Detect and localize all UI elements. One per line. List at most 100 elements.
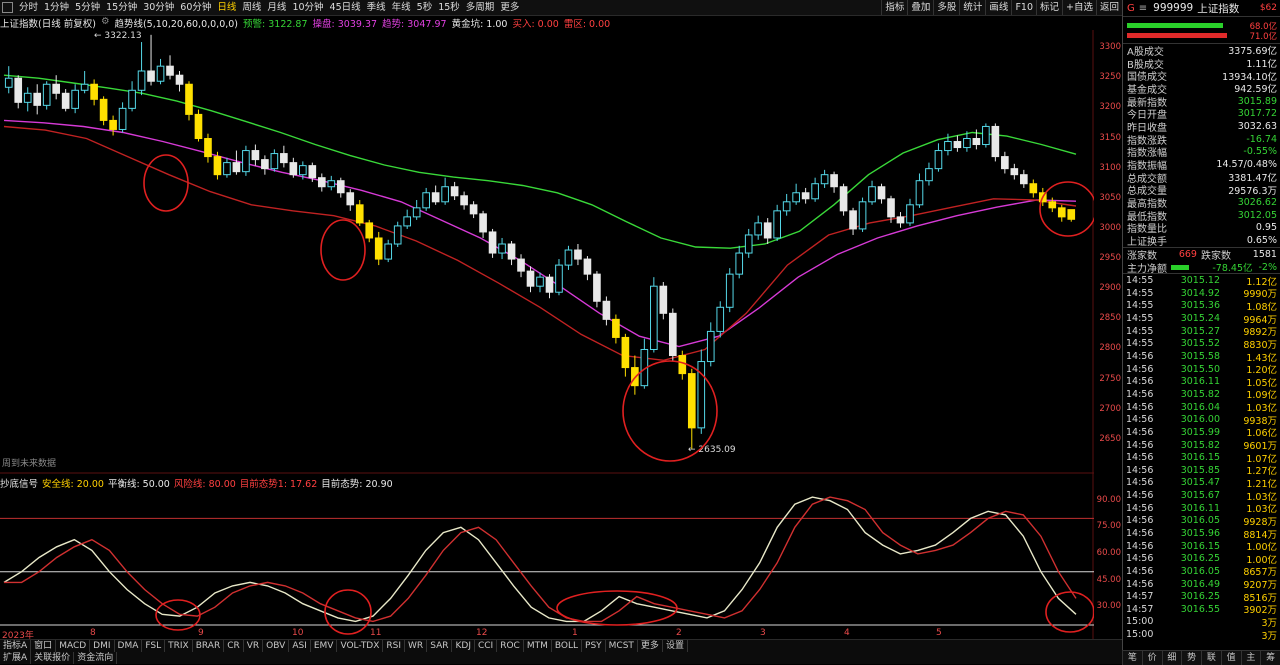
sub-indicator-title[interactable]: 抄底信号 [0,476,38,490]
tick-row[interactable]: 14:56 3015.47 1.21亿 [1123,477,1280,490]
toolbar-checkbox[interactable] [2,2,13,13]
indicator-tab-17[interactable]: KDJ [452,640,475,652]
tick-row[interactable]: 15:00 3万 [1123,628,1280,642]
tick-row[interactable]: 14:55 3014.92 9990万 [1123,287,1280,301]
menu-icon[interactable]: ≡ [1139,3,1147,14]
tick-row[interactable]: 14:56 3015.99 1.06亿 [1123,426,1280,440]
indicator-tab-0[interactable]: 指标A [0,640,32,652]
main-indicator-formula[interactable]: 趋势线(5,10,20,60,0,0,0,0) [114,16,238,30]
indicator-tab-15[interactable]: WR [405,640,428,652]
indicator-tab-3[interactable]: DMI [90,640,115,652]
tick-row[interactable]: 14:55 3015.52 8830万 [1123,338,1280,351]
tab-period-3[interactable]: 15分钟 [103,0,140,15]
quote-tab-2[interactable]: 细 [1161,651,1182,665]
toolbar-button-0[interactable]: 指标 [881,0,907,15]
indicator-tab-8[interactable]: CR [224,640,244,652]
tab-period-11[interactable]: 季线 [364,0,389,15]
tick-row[interactable]: 14:55 3015.27 9892万 [1123,325,1280,339]
indicator-tab-9[interactable]: VR [244,640,264,652]
indicator-tab-12[interactable]: EMV [311,640,338,652]
tick-row[interactable]: 14:56 3016.15 1.07亿 [1123,451,1280,465]
quote-tab-4[interactable]: 联 [1201,651,1221,665]
indicator-tab-24[interactable]: 更多 [638,640,663,652]
tab-period-16[interactable]: 更多 [497,0,522,15]
indicator-tab-10[interactable]: OBV [263,640,290,652]
indicator-tab-6[interactable]: TRIX [165,640,193,652]
tab-period-13[interactable]: 5秒 [414,0,436,15]
tab-period-12[interactable]: 年线 [389,0,414,15]
indicator-tab-5[interactable]: FSL [142,640,166,652]
tab-period-10[interactable]: 45日线 [327,0,364,15]
tab-period-5[interactable]: 60分钟 [177,0,214,15]
tab-period-8[interactable]: 月线 [264,0,289,15]
indicator-tab-20[interactable]: MTM [524,640,552,652]
indicator-tab-14[interactable]: RSI [383,640,406,652]
tick-row[interactable]: 14:55 3015.36 1.08亿 [1123,300,1280,313]
indicator-tab-13[interactable]: VOL-TDX [337,640,384,652]
tick-row[interactable]: 14:56 3016.05 8657万 [1123,565,1280,579]
tick-row[interactable]: 14:56 3015.85 1.27亿 [1123,464,1280,478]
extension-tab-1[interactable]: 关联报价 [31,652,75,664]
kline-chart[interactable]: ← 3322.13← 2635.09 [0,30,1094,640]
toolbar-button-1[interactable]: 叠加 [907,0,933,15]
tick-row[interactable]: 14:57 3016.25 8516万 [1123,590,1280,604]
high-label: ← 3322.13 [94,31,142,41]
indicator-tab-21[interactable]: BOLL [552,640,583,652]
indicator-tab-11[interactable]: ASI [289,640,311,652]
toolbar-button-4[interactable]: 画线 [985,0,1011,15]
quote-tab-5[interactable]: 值 [1220,651,1241,665]
tab-period-1[interactable]: 1分钟 [41,0,72,15]
tick-row[interactable]: 14:56 3016.04 1.03亿 [1123,401,1280,415]
indicator-tab-18[interactable]: CCI [475,640,498,652]
tick-list[interactable]: 14:55 3015.12 1.12亿 14:55 3014.92 9990万 14:55 3… [1123,274,1280,641]
toolbar-button-7[interactable]: +自选 [1062,0,1096,15]
tick-row[interactable]: 14:56 3016.49 9207万 [1123,578,1280,592]
tick-row[interactable]: 14:56 3015.67 1.03亿 [1123,489,1280,503]
tick-row[interactable]: 14:55 3015.12 1.12亿 [1123,274,1280,288]
tick-row[interactable]: 14:56 3015.96 8814万 [1123,527,1280,541]
extension-tab-0[interactable]: 扩展A [0,652,32,664]
extension-tab-2[interactable]: 资金流向 [74,652,118,664]
tick-row[interactable]: 14:56 3015.50 1.20亿 [1123,363,1280,377]
tab-period-14[interactable]: 15秒 [435,0,463,15]
tick-row[interactable]: 14:56 3016.00 9938万 [1123,413,1280,427]
tick-row[interactable]: 14:55 3015.24 9964万 [1123,312,1280,326]
quote-tab-6[interactable]: 主 [1240,651,1261,665]
tab-period-9[interactable]: 10分钟 [289,0,326,15]
toolbar-button-6[interactable]: 标记 [1036,0,1062,15]
toolbar-button-5[interactable]: F10 [1011,0,1036,15]
tab-period-15[interactable]: 多周期 [463,0,498,15]
tick-row[interactable]: 14:56 3016.25 1.00亿 [1123,552,1280,566]
indicator-tab-19[interactable]: ROC [497,640,524,652]
tick-row[interactable]: 14:56 3016.15 1.00亿 [1123,540,1280,554]
tick-row[interactable]: 14:56 3015.58 1.43亿 [1123,350,1280,364]
tick-row[interactable]: 14:56 3016.11 1.03亿 [1123,502,1280,516]
quote-tab-3[interactable]: 势 [1181,651,1201,665]
toolbar-button-3[interactable]: 统计 [959,0,985,15]
indicator-tab-7[interactable]: BRAR [193,640,225,652]
tab-period-7[interactable]: 周线 [239,0,264,15]
toolbar-button-2[interactable]: 多股 [933,0,959,15]
tick-row[interactable]: 14:56 3015.82 9601万 [1123,439,1280,453]
indicator-tab-4[interactable]: DMA [115,640,143,652]
tick-row[interactable]: 14:56 3016.11 1.05亿 [1123,376,1280,389]
tick-row[interactable]: 15:00 3万 [1123,616,1280,629]
indicator-tab-25[interactable]: 设置 [663,640,688,652]
quote-tab-0[interactable]: 笔 [1122,651,1142,665]
indicator-tab-23[interactable]: MCST [606,640,638,652]
quote-tab-1[interactable]: 价 [1141,651,1162,665]
tab-period-2[interactable]: 5分钟 [72,0,103,15]
tick-row[interactable]: 14:56 3015.82 1.09亿 [1123,388,1280,402]
indicator-tab-16[interactable]: SAR [427,640,453,652]
indicator-settings-icon[interactable]: ⚙ [101,16,110,28]
tick-row[interactable]: 14:56 3016.05 9928万 [1123,515,1280,528]
indicator-tab-22[interactable]: PSY [582,640,606,652]
tab-period-0[interactable]: 分时 [16,0,41,15]
tab-period-6[interactable]: 日线 [214,0,239,15]
indicator-tab-2[interactable]: MACD [56,640,91,652]
tab-period-4[interactable]: 30分钟 [140,0,177,15]
tick-row[interactable]: 14:57 3016.55 3902万 [1123,603,1280,617]
quote-tab-7[interactable]: 筹 [1260,651,1280,665]
indicator-tab-1[interactable]: 窗口 [31,640,57,652]
toolbar-button-8[interactable]: 返回 [1095,0,1122,15]
